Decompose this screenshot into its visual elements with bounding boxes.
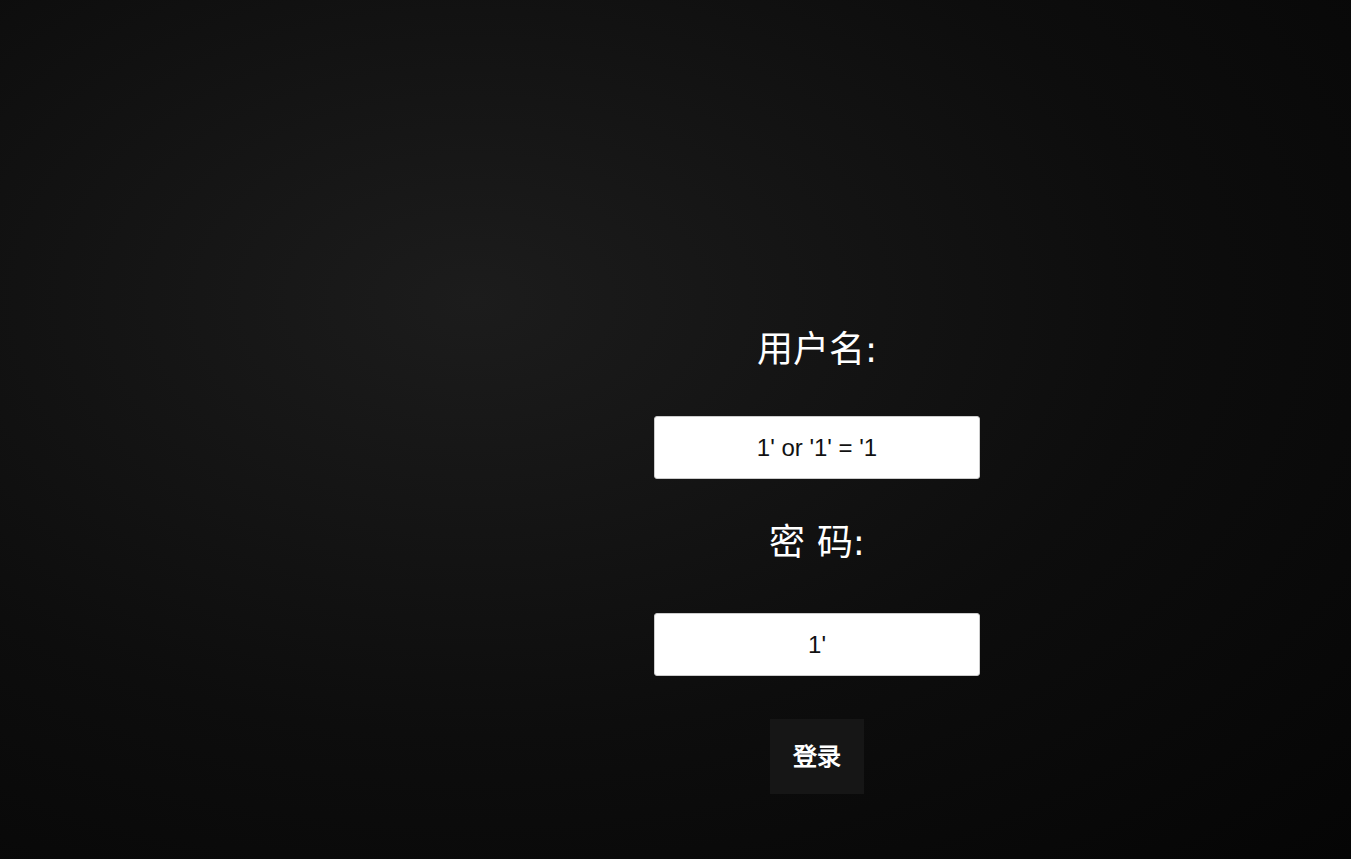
login-page: 用户名: 密 码: 登录 bbox=[0, 0, 1351, 794]
password-input[interactable] bbox=[654, 613, 980, 676]
username-label: 用户名: bbox=[757, 326, 877, 374]
password-label: 密 码: bbox=[769, 519, 865, 567]
login-form: 用户名: 密 码: 登录 bbox=[654, 326, 980, 794]
login-button[interactable]: 登录 bbox=[770, 719, 864, 794]
username-input[interactable] bbox=[654, 416, 980, 479]
